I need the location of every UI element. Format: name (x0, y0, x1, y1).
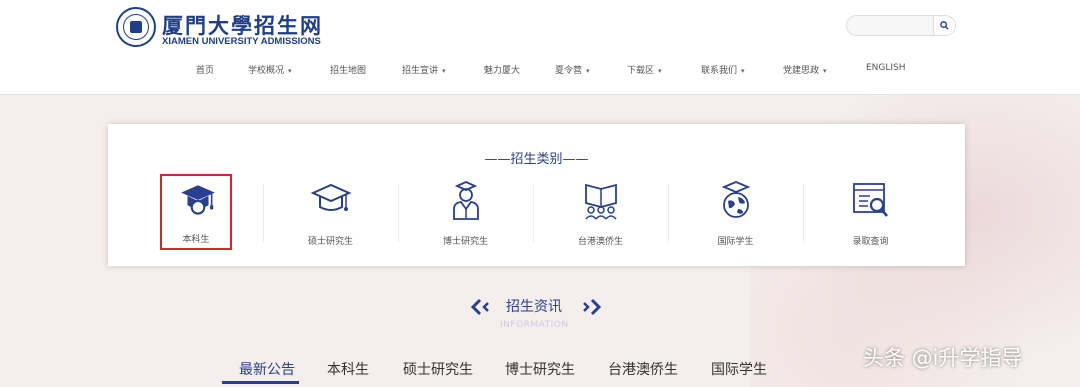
category-undergraduate[interactable]: 本科生 (160, 174, 232, 250)
category-master[interactable]: 硕士研究生 (263, 174, 398, 250)
undergraduate-icon (181, 185, 215, 215)
nav-admission-map[interactable]: 招生地图 (330, 63, 366, 76)
chevron-down-icon: ▾ (658, 67, 662, 75)
university-seal-icon (116, 7, 156, 47)
site-logo[interactable]: 厦門大學招生网 XIAMEN UNIVERSITY ADMISSIONS (116, 7, 321, 49)
graduation-cap-icon (310, 183, 352, 211)
category-international[interactable]: 国际学生 (668, 174, 803, 250)
double-chevron-right-icon (583, 298, 602, 316)
category-admission-query[interactable]: 录取查询 (803, 174, 938, 250)
admission-categories-panel: ——招生类别—— 本科生 硕士研究生 博士研究生 台港澳侨生 国际学生 录取查询 (108, 124, 965, 266)
category-label: 博士研究生 (442, 237, 488, 247)
main-nav: 首页 学校概况 ▾ 招生地图 招生宣讲 ▾ 魅力厦大 夏令营 ▾ 下载区 ▾ 联系我们 ▾… (0, 63, 1080, 79)
tab-international[interactable]: 国际学生 (711, 359, 767, 379)
search-icon (940, 21, 949, 30)
nav-summer-camp[interactable]: 夏令营 ▾ (555, 63, 590, 76)
nav-home[interactable]: 首页 (196, 63, 214, 76)
students-book-icon (585, 183, 617, 220)
nav-admission-talks[interactable]: 招生宣讲 ▾ (402, 63, 446, 76)
information-section-title: 招生资讯 INFORMATION (470, 296, 605, 336)
nav-contact-us[interactable]: 联系我们 ▾ (701, 63, 745, 76)
search-input[interactable] (847, 16, 933, 35)
category-label: 硕士研究生 (307, 237, 353, 247)
nav-party-building[interactable]: 党建思政 ▾ (783, 63, 827, 76)
category-hk-macau-taiwan[interactable]: 台港澳侨生 (533, 174, 668, 250)
search-button[interactable] (933, 16, 955, 35)
tab-master[interactable]: 硕士研究生 (403, 359, 473, 379)
category-label: 国际学生 (717, 237, 754, 247)
watermark: 头条 @i升学指导 (863, 346, 1023, 370)
categories-title: ——招生类别—— (484, 152, 589, 167)
category-label: 录取查询 (852, 237, 889, 247)
tab-undergraduate[interactable]: 本科生 (327, 359, 369, 379)
category-label: 台港澳侨生 (577, 237, 623, 247)
site-header: 厦門大學招生网 XIAMEN UNIVERSITY ADMISSIONS 首页 … (0, 0, 1080, 95)
category-doctoral[interactable]: 博士研究生 (398, 174, 533, 250)
chevron-down-icon: ▾ (741, 67, 745, 75)
chevron-down-icon: ▾ (442, 67, 446, 75)
logo-english-name: XIAMEN UNIVERSITY ADMISSIONS (162, 36, 321, 47)
tab-doctoral[interactable]: 博士研究生 (505, 359, 575, 379)
information-subtitle: INFORMATION (500, 320, 569, 330)
chevron-down-icon: ▾ (288, 67, 292, 75)
doctor-icon (453, 181, 479, 220)
tab-hk-macau-taiwan[interactable]: 台港澳侨生 (608, 359, 678, 379)
nav-charm-xmu[interactable]: 魅力厦大 (484, 63, 520, 76)
tab-latest-notice[interactable]: 最新公告 (239, 359, 295, 379)
search-box (846, 15, 956, 36)
chevron-down-icon: ▾ (586, 67, 590, 75)
category-label: 本科生 (182, 235, 210, 245)
search-document-icon (853, 183, 888, 217)
nav-downloads[interactable]: 下载区 ▾ (627, 63, 662, 76)
active-tab-indicator (222, 381, 299, 384)
globe-cap-icon (721, 181, 751, 218)
nav-english[interactable]: ENGLISH (866, 63, 906, 73)
nav-school-overview[interactable]: 学校概况 ▾ (248, 63, 292, 76)
information-title: 招生资讯 (506, 299, 562, 315)
double-chevron-left-icon (470, 298, 489, 316)
chevron-down-icon: ▾ (823, 67, 827, 75)
